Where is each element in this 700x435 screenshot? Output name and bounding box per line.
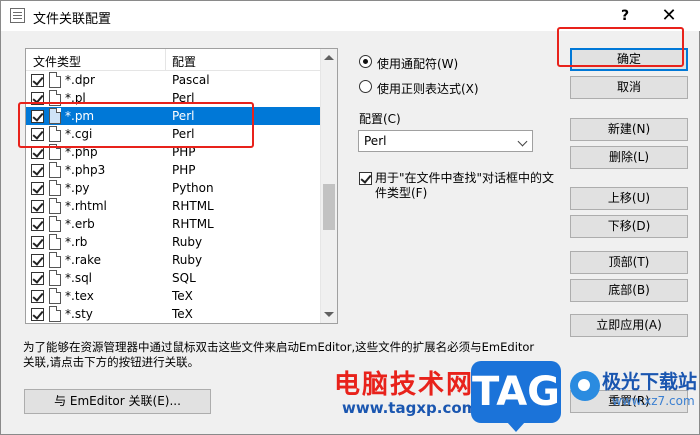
file-icon bbox=[49, 198, 61, 214]
row-extension: *.sql bbox=[65, 271, 93, 285]
watermark-brand-url: www.xz7.com bbox=[612, 394, 695, 408]
move-down-button[interactable]: 下移(D) bbox=[570, 215, 688, 238]
row-extension: *.py bbox=[65, 181, 90, 195]
file-icon bbox=[49, 216, 61, 232]
table-row[interactable]: *.rb Ruby bbox=[26, 233, 320, 251]
table-row[interactable]: *.rake Ruby bbox=[26, 251, 320, 269]
table-row[interactable]: *.php3 PHP bbox=[26, 161, 320, 179]
find-in-files-label: 用于"在文件中查找"对话框中的文件类型(F) bbox=[375, 171, 555, 200]
top-button[interactable]: 顶部(T) bbox=[570, 251, 688, 274]
row-extension: *.erb bbox=[65, 217, 95, 231]
row-extension: *.rb bbox=[65, 235, 88, 249]
row-checkbox[interactable] bbox=[31, 254, 44, 267]
row-config: RHTML bbox=[172, 199, 214, 213]
bottom-button[interactable]: 底部(B) bbox=[570, 279, 688, 302]
highlight-box-ok bbox=[557, 27, 684, 67]
row-checkbox[interactable] bbox=[31, 290, 44, 303]
file-type-list[interactable]: 文件类型 配置 *.dpr Pascal *.pl Perl *.pm Perl *.cgi… bbox=[25, 48, 338, 324]
delete-button[interactable]: 删除(L) bbox=[570, 146, 688, 169]
row-checkbox[interactable] bbox=[31, 74, 44, 87]
watermark-brand-icon bbox=[570, 371, 600, 401]
highlight-box-rows bbox=[18, 102, 254, 148]
radio-regex-label: 使用正则表达式(X) bbox=[377, 82, 479, 96]
file-icon bbox=[49, 162, 61, 178]
config-label: 配置(C) bbox=[359, 112, 401, 126]
close-button[interactable]: ✕ bbox=[657, 4, 681, 28]
row-checkbox[interactable] bbox=[31, 200, 44, 213]
config-select[interactable]: Perl bbox=[358, 130, 533, 152]
chevron-down-icon bbox=[517, 136, 528, 147]
row-checkbox[interactable] bbox=[31, 164, 44, 177]
apply-now-button[interactable]: 立即应用(A) bbox=[570, 314, 688, 337]
file-icon bbox=[49, 270, 61, 286]
row-checkbox[interactable] bbox=[31, 236, 44, 249]
config-select-value: Perl bbox=[364, 134, 387, 148]
row-config: RHTML bbox=[172, 217, 214, 231]
row-extension: *.dpr bbox=[65, 73, 95, 87]
row-config: Ruby bbox=[172, 235, 203, 249]
move-up-button[interactable]: 上移(U) bbox=[570, 187, 688, 210]
radio-wildcard-label: 使用通配符(W) bbox=[377, 57, 459, 71]
row-config: Pascal bbox=[172, 73, 210, 87]
row-extension: *.rhtml bbox=[65, 199, 107, 213]
watermark-tag-logo: TAG bbox=[471, 361, 561, 432]
row-checkbox[interactable] bbox=[31, 218, 44, 231]
file-icon bbox=[49, 288, 61, 304]
watermark-brand-name: 极光下载站 bbox=[602, 371, 698, 393]
row-checkbox[interactable] bbox=[31, 272, 44, 285]
table-row[interactable]: *.dpr Pascal bbox=[26, 71, 320, 89]
table-row[interactable]: *.tex TeX bbox=[26, 287, 320, 305]
table-row[interactable]: *.sty TeX bbox=[26, 305, 320, 323]
list-header: 文件类型 配置 bbox=[26, 49, 320, 71]
column-separator[interactable] bbox=[165, 49, 166, 71]
file-icon bbox=[49, 306, 61, 322]
file-icon bbox=[49, 180, 61, 196]
radio-wildcard-icon[interactable] bbox=[359, 55, 372, 68]
window-title: 文件关联配置 bbox=[33, 12, 112, 27]
watermark: 电脑技术网 www.tagxp.com TAG 极光下载站 www.xz7.co… bbox=[334, 361, 700, 435]
row-config: Python bbox=[172, 181, 214, 195]
table-row[interactable]: *.py Python bbox=[26, 179, 320, 197]
file-icon bbox=[49, 72, 61, 88]
row-extension: *.sty bbox=[65, 307, 93, 321]
cancel-button[interactable]: 取消 bbox=[570, 76, 688, 99]
radio-regex-icon[interactable] bbox=[359, 80, 372, 93]
table-row[interactable]: *.rhtml RHTML bbox=[26, 197, 320, 215]
scroll-thumb[interactable] bbox=[323, 184, 335, 230]
file-icon bbox=[49, 252, 61, 268]
row-checkbox[interactable] bbox=[31, 182, 44, 195]
file-association-dialog: 文件关联配置 ? ✕ 文件类型 配置 *.dpr Pascal *.pl Perl *.… bbox=[0, 0, 700, 435]
find-in-files-check-icon[interactable] bbox=[359, 172, 372, 185]
table-row[interactable]: *.erb RHTML bbox=[26, 215, 320, 233]
column-header-config[interactable]: 配置 bbox=[172, 53, 196, 70]
row-config: Ruby bbox=[172, 253, 203, 267]
row-config: PHP bbox=[172, 163, 196, 177]
file-icon bbox=[49, 234, 61, 250]
scroll-up-icon[interactable] bbox=[324, 55, 334, 60]
row-config: SQL bbox=[172, 271, 196, 285]
row-extension: *.tex bbox=[65, 289, 94, 303]
watermark-site-name: 电脑技术网 bbox=[334, 370, 475, 400]
new-button[interactable]: 新建(N) bbox=[570, 118, 688, 141]
row-config: TeX bbox=[172, 307, 193, 321]
row-checkbox[interactable] bbox=[31, 308, 44, 321]
row-extension: *.rake bbox=[65, 253, 102, 267]
scroll-down-icon[interactable] bbox=[324, 312, 334, 317]
list-scrollbar[interactable] bbox=[320, 49, 337, 323]
associate-emeditor-button[interactable]: 与 EmEditor 关联(E)... bbox=[24, 389, 211, 414]
table-row[interactable]: *.sql SQL bbox=[26, 269, 320, 287]
watermark-site-url: www.tagxp.com bbox=[342, 399, 478, 417]
row-config: TeX bbox=[172, 289, 193, 303]
help-button[interactable]: ? bbox=[613, 4, 637, 28]
row-extension: *.php3 bbox=[65, 163, 106, 177]
column-header-file-type[interactable]: 文件类型 bbox=[33, 53, 81, 70]
app-icon bbox=[10, 8, 25, 23]
